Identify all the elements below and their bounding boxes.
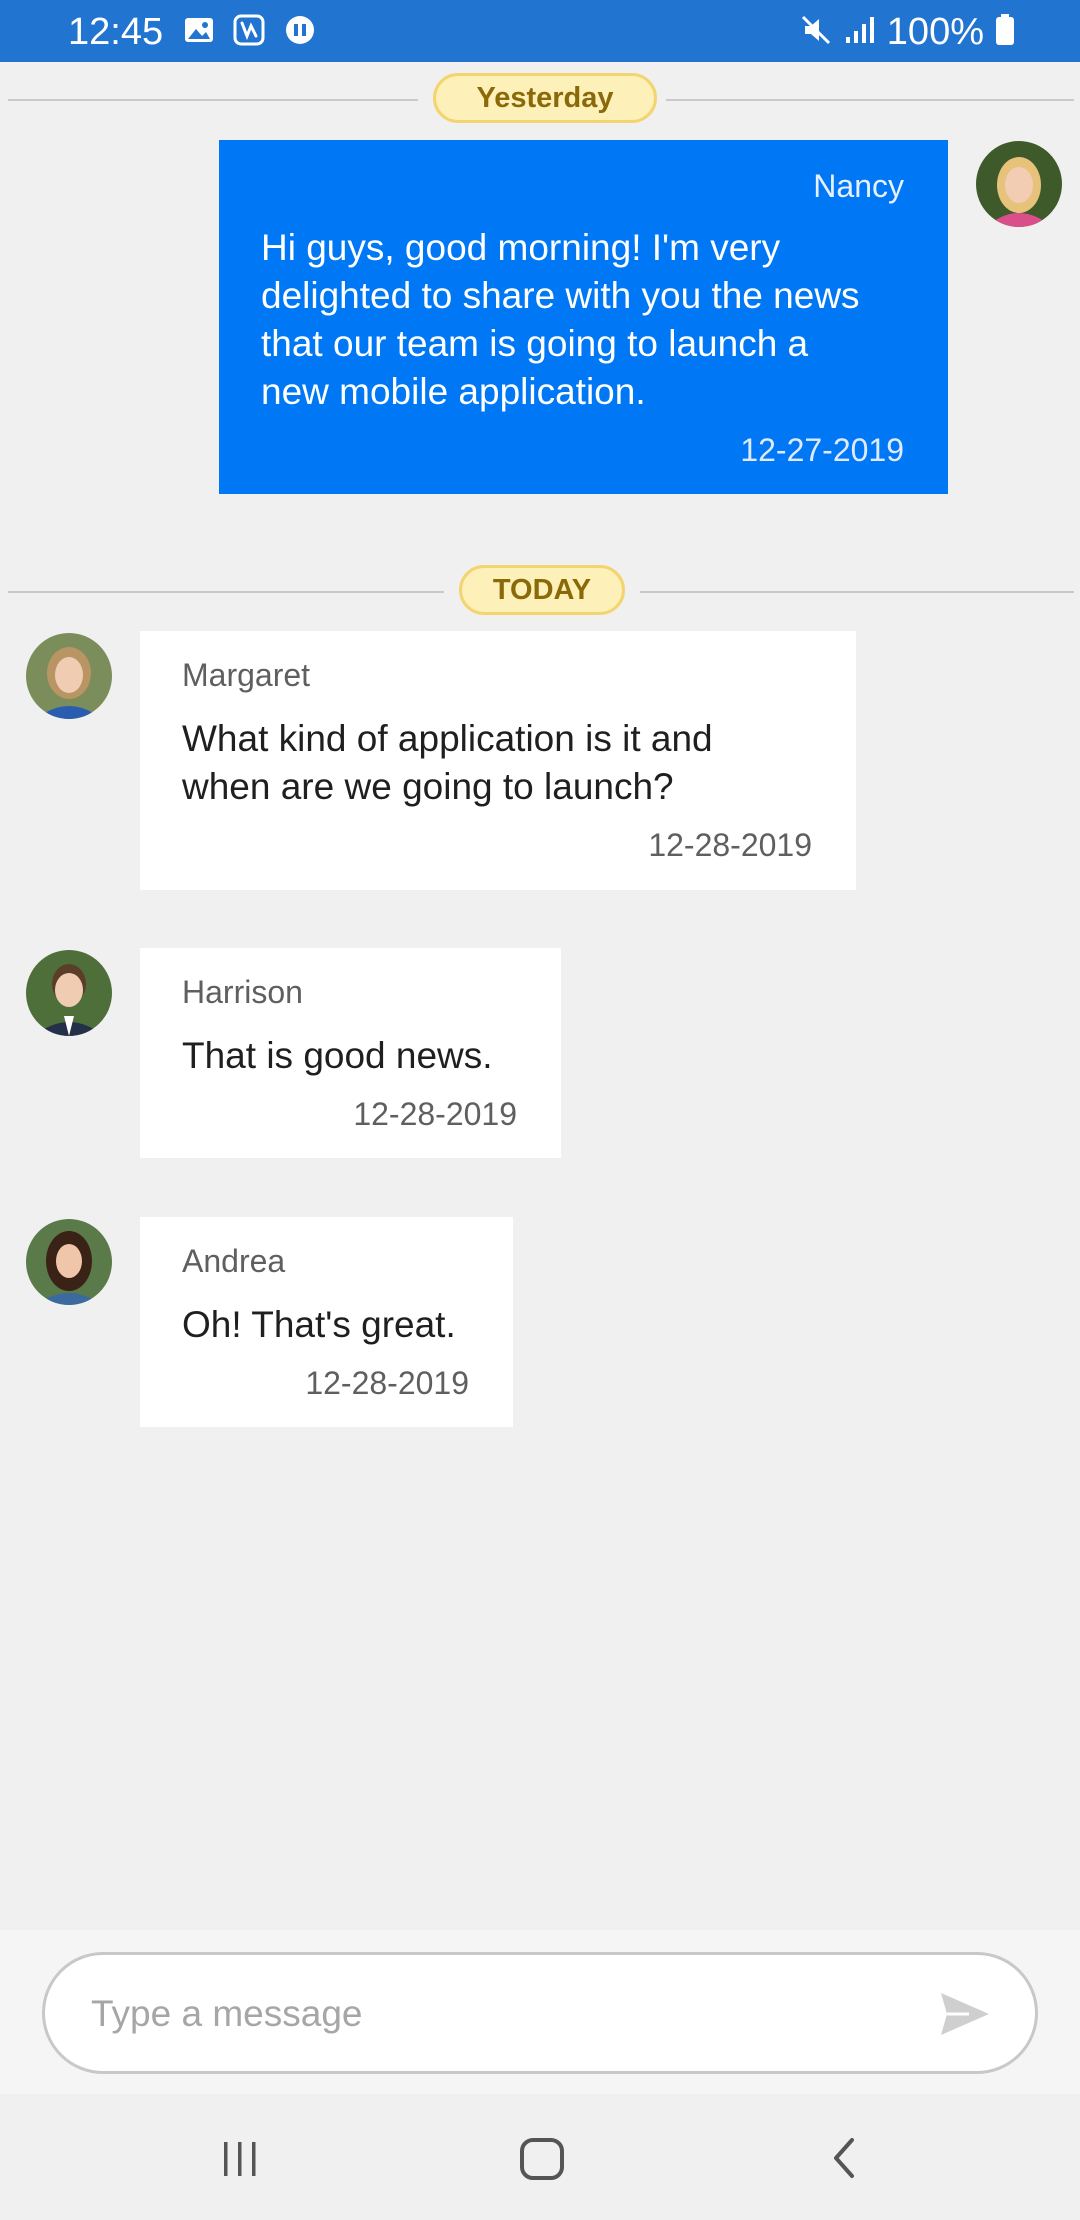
message-text: Oh! That's great. xyxy=(182,1304,456,1345)
navigation-bar xyxy=(0,2094,1080,2220)
message-date: 12-28-2019 xyxy=(353,1096,517,1132)
avatar-margaret[interactable] xyxy=(26,633,112,719)
date-badge: TODAY xyxy=(459,565,625,615)
battery-percent: 100% xyxy=(886,11,984,53)
back-icon[interactable] xyxy=(814,2134,874,2182)
divider xyxy=(666,99,1074,101)
mute-icon xyxy=(799,13,833,52)
message-text: Hi guys, good morning! I'm very delighte… xyxy=(261,227,860,412)
date-separator-yesterday: Yesterday xyxy=(8,73,1074,127)
message-bubble[interactable]: Harrison That is good news. 12-28-2019 xyxy=(140,948,561,1158)
message-date: 12-28-2019 xyxy=(305,1365,469,1401)
status-right: 100% xyxy=(799,10,1016,54)
message-text: What kind of application is it and when … xyxy=(182,718,713,807)
battery-icon xyxy=(994,13,1016,52)
avatar-andrea[interactable] xyxy=(26,1219,112,1305)
date-badge: Yesterday xyxy=(433,73,657,123)
message-date: 12-27-2019 xyxy=(740,432,904,468)
avatar-nancy[interactable] xyxy=(976,141,1062,227)
media-icon xyxy=(284,14,316,46)
signal-icon xyxy=(843,13,877,52)
message-text: That is good news. xyxy=(182,1035,493,1076)
status-time: 12:45 xyxy=(68,11,164,53)
sender-name: Andrea xyxy=(182,1243,286,1279)
sender-name: Margaret xyxy=(182,657,311,693)
message-bubble[interactable]: Margaret What kind of application is it … xyxy=(140,631,856,890)
divider xyxy=(8,99,418,101)
divider xyxy=(640,591,1074,593)
home-icon[interactable] xyxy=(512,2134,572,2182)
sender-name: Nancy xyxy=(813,168,904,204)
message-bubble[interactable]: Andrea Oh! That's great. 12-28-2019 xyxy=(140,1217,513,1427)
sender-name: Harrison xyxy=(182,974,303,1010)
message-composer[interactable] xyxy=(42,1952,1038,2074)
gallery-icon xyxy=(183,14,215,46)
composer-area xyxy=(0,1930,1080,2094)
status-bar: 12:45 100% xyxy=(0,0,1080,62)
message-bubble-own[interactable]: Nancy Hi guys, good morning! I'm very de… xyxy=(219,140,948,494)
recents-icon[interactable] xyxy=(210,2134,270,2182)
message-input[interactable] xyxy=(91,1981,911,2047)
send-icon[interactable] xyxy=(939,1991,991,2037)
avatar-harrison[interactable] xyxy=(26,950,112,1036)
app-icon xyxy=(233,14,265,46)
date-separator-today: TODAY xyxy=(8,565,1074,619)
message-date: 12-28-2019 xyxy=(648,827,812,863)
divider xyxy=(8,591,444,593)
